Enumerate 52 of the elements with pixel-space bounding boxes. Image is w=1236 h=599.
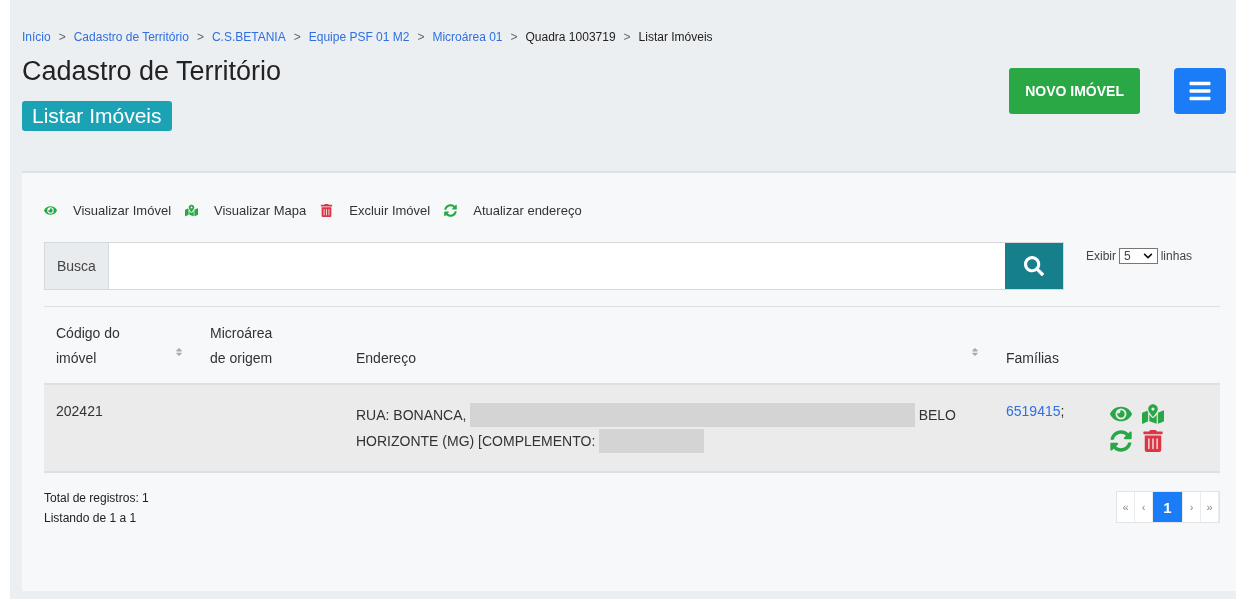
column-header: Microárea de origem <box>209 324 274 369</box>
new-property-button[interactable]: NOVO IMÓVEL <box>1009 68 1140 114</box>
legend-map-icon <box>185 204 199 217</box>
row-trash-icon[interactable] <box>1142 430 1164 453</box>
breadcrumb-separator: > <box>293 30 301 44</box>
breadcrumb-link[interactable]: C.S.BETANIA <box>211 30 286 44</box>
family-link[interactable]: 6519415 <box>1006 403 1061 420</box>
breadcrumb-separator: > <box>417 30 425 44</box>
search-icon <box>1024 256 1044 276</box>
legend-label: Visualizar Mapa <box>214 203 307 218</box>
separator-text: ; <box>1060 403 1065 420</box>
menu-button[interactable] <box>1174 68 1226 114</box>
search-field[interactable]: Busca <box>44 242 1064 290</box>
page-size-select[interactable]: 5 <box>1119 248 1158 264</box>
breadcrumb-item: Quadra 1003719 <box>525 30 616 44</box>
legend-eye-icon <box>44 204 57 217</box>
section-label: Listar Imóveis <box>22 101 172 131</box>
breadcrumb-link[interactable]: Cadastro de Território <box>73 30 189 44</box>
breadcrumb-separator: > <box>196 30 204 44</box>
breadcrumb-item: Listar Imóveis <box>638 30 713 44</box>
legend-refresh-icon <box>444 204 458 217</box>
breadcrumb-link[interactable]: Equipe PSF 01 M2 <box>308 30 410 44</box>
summary-text: Listando de 1 a 1 <box>44 511 138 526</box>
summary-text: Total de registros: 1 <box>44 491 149 506</box>
menu-icon <box>1188 79 1212 103</box>
legend-label: Visualizar Imóvel <box>73 203 172 218</box>
page-size-suffix: linhas <box>1160 249 1193 263</box>
table-cell-text: 202421 <box>55 403 104 422</box>
breadcrumb-separator: > <box>58 30 66 44</box>
chevron-down-icon <box>1142 251 1153 261</box>
row-refresh-icon[interactable] <box>1110 430 1132 453</box>
legend-label: Atualizar endereço <box>473 203 582 218</box>
pagination-button[interactable]: 1 <box>1153 492 1183 523</box>
breadcrumb-link[interactable]: Início <box>22 30 51 44</box>
breadcrumb-link[interactable]: Microárea 01 <box>432 30 503 44</box>
sort-icon <box>174 347 184 358</box>
breadcrumb-separator: > <box>510 30 518 44</box>
breadcrumb-separator: > <box>623 30 631 44</box>
page-title: Cadastro de Território <box>22 56 282 87</box>
address-text: HORIZONTE (MG) [COMPLEMENTO: <box>356 433 596 450</box>
legend-label: Excluir Imóvel <box>349 203 431 218</box>
legend-trash-icon <box>320 204 334 217</box>
page-size-prefix: Exibir <box>1086 249 1116 263</box>
address-text: BELO <box>918 407 956 424</box>
row-map-icon[interactable] <box>1142 403 1164 426</box>
column-header[interactable]: Endereço <box>344 321 994 372</box>
search-button[interactable] <box>1005 243 1063 289</box>
sort-icon <box>970 347 980 358</box>
address-text: RUA: BONANCA, <box>356 407 467 424</box>
column-header[interactable]: Código do imóvel <box>44 321 198 372</box>
column-header: Famílias <box>1005 349 1060 369</box>
search-label: Busca <box>45 243 109 289</box>
